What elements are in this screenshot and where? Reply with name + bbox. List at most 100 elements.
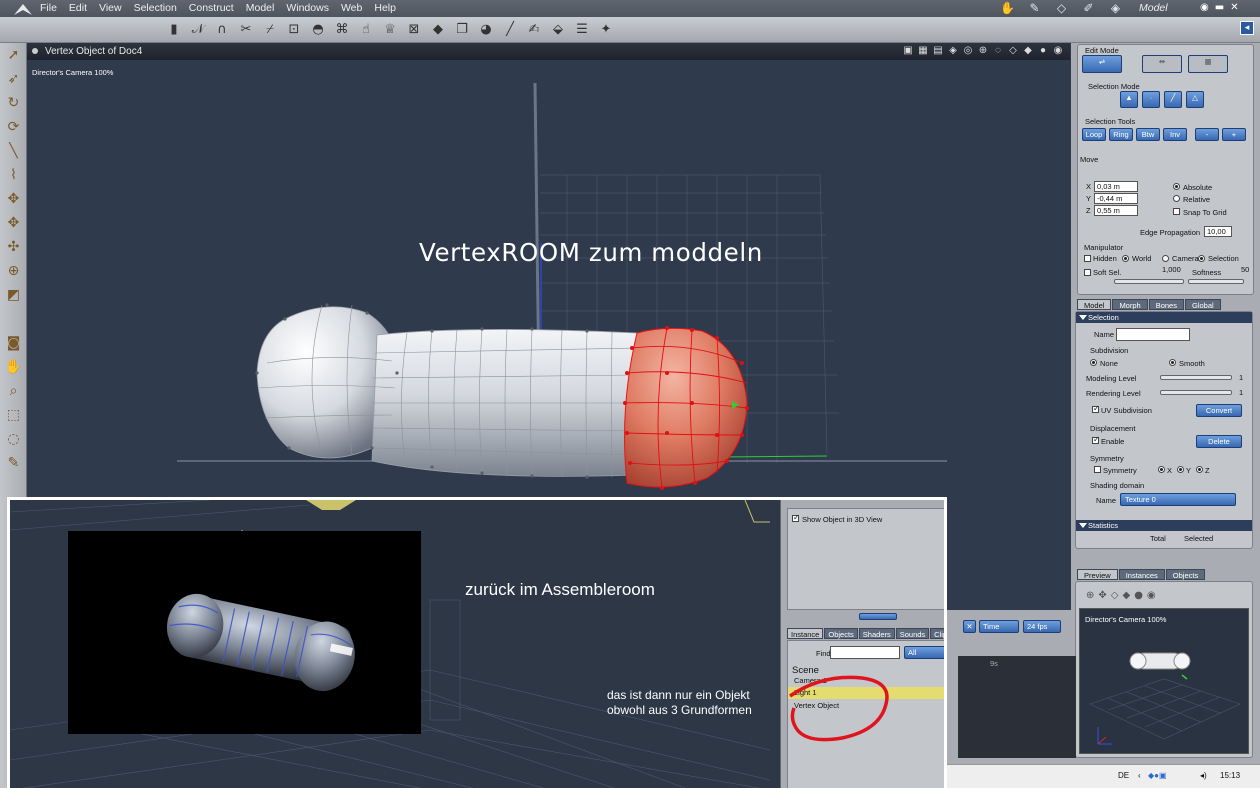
- tab-model[interactable]: Model: [1077, 299, 1112, 310]
- cube-icon[interactable]: ◆: [428, 21, 448, 39]
- grow-button[interactable]: +: [1222, 128, 1246, 141]
- menu-construct[interactable]: Construct: [189, 2, 234, 14]
- tab-shaders[interactable]: Shaders: [858, 628, 895, 639]
- shape-room-icon[interactable]: ◈: [1106, 1, 1125, 15]
- align-icon[interactable]: ☰: [572, 21, 592, 39]
- edit-mode-edge-button[interactable]: ⇹: [1142, 55, 1182, 73]
- curve-icon[interactable]: 𝒩: [188, 21, 208, 39]
- sym-x-radio[interactable]: [1158, 466, 1165, 473]
- knife-icon[interactable]: ╲: [0, 139, 27, 163]
- z-field[interactable]: 0,55 m: [1094, 205, 1138, 216]
- rotate-icon[interactable]: ↻: [0, 91, 27, 115]
- fps-select[interactable]: 24 fps: [1023, 620, 1061, 633]
- shading-icon[interactable]: ◈: [947, 45, 959, 57]
- splitter-handle[interactable]: [859, 613, 897, 620]
- absolute-radio[interactable]: [1173, 183, 1180, 190]
- lathe-icon[interactable]: ⌘: [332, 21, 352, 39]
- soft-sel-slider[interactable]: [1114, 279, 1184, 284]
- shrink-button[interactable]: -: [1195, 128, 1219, 141]
- pen-room-icon[interactable]: ✐: [1079, 1, 1098, 15]
- extrude-icon[interactable]: ▮: [164, 21, 184, 39]
- camera-radio[interactable]: [1162, 255, 1169, 262]
- pen-icon[interactable]: ✎: [0, 451, 27, 475]
- lang-indicator[interactable]: DE: [1118, 771, 1129, 780]
- viewport-close-icon[interactable]: [32, 48, 38, 54]
- between-button[interactable]: Btw: [1136, 128, 1160, 141]
- name-field[interactable]: [1116, 328, 1190, 341]
- layout-quad-icon[interactable]: ▤: [932, 45, 944, 57]
- close-icon[interactable]: ✕: [1230, 2, 1238, 13]
- flat-icon[interactable]: ◆: [1122, 590, 1130, 601]
- camera-orbit-icon[interactable]: ◌: [992, 45, 1004, 57]
- preview-view[interactable]: Director's Camera 100%: [1079, 608, 1249, 754]
- brush-icon[interactable]: ⌇: [0, 163, 27, 187]
- rendering-level-slider[interactable]: [1160, 390, 1232, 395]
- magnet-icon[interactable]: ∩: [212, 21, 232, 39]
- universal-icon[interactable]: ⊕: [0, 259, 27, 283]
- symmetry-checkbox[interactable]: [1094, 466, 1101, 473]
- world-radio[interactable]: [1122, 255, 1129, 262]
- time-select[interactable]: Time: [979, 620, 1019, 633]
- weld-icon[interactable]: ⌿: [260, 21, 280, 39]
- select-arrow-icon[interactable]: ➚: [0, 43, 27, 67]
- layout-grid-icon[interactable]: ▦: [917, 45, 929, 57]
- panel-toggle-icon[interactable]: ◂: [1240, 21, 1254, 35]
- snap-checkbox[interactable]: [1173, 208, 1180, 215]
- camera-icon[interactable]: ◙: [0, 331, 27, 355]
- wireframe-icon[interactable]: ◇: [1007, 45, 1019, 57]
- scale-icon[interactable]: ◩: [0, 283, 27, 307]
- trophy-icon[interactable]: ♕: [380, 21, 400, 39]
- select-face-icon[interactable]: ➶: [0, 67, 27, 91]
- tab-bones[interactable]: Bones: [1148, 299, 1184, 310]
- move-y-icon[interactable]: ✥: [0, 211, 27, 235]
- soft-sel-checkbox[interactable]: [1084, 269, 1091, 276]
- twist-icon[interactable]: ⟳: [0, 115, 27, 139]
- selection-radio[interactable]: [1198, 255, 1205, 262]
- menu-windows[interactable]: Windows: [286, 2, 329, 14]
- tab-sounds[interactable]: Sounds: [895, 628, 930, 639]
- magic-icon[interactable]: ✦: [596, 21, 616, 39]
- tab-inset-objects[interactable]: Objects: [824, 628, 858, 639]
- selection-header[interactable]: Selection: [1076, 312, 1252, 323]
- cut-icon[interactable]: ✂: [236, 21, 256, 39]
- move-x-icon[interactable]: ✥: [0, 187, 27, 211]
- texture-icon[interactable]: ◉: [1147, 590, 1156, 601]
- none-radio[interactable]: [1090, 359, 1097, 366]
- menu-help[interactable]: Help: [374, 2, 396, 14]
- loop-button[interactable]: Loop: [1082, 128, 1106, 141]
- softness-slider[interactable]: [1188, 279, 1244, 284]
- push-icon[interactable]: ☝: [356, 21, 376, 39]
- convert-button[interactable]: Convert: [1196, 404, 1242, 417]
- duck-icon[interactable]: ◕: [476, 21, 496, 39]
- hand-icon[interactable]: ✋: [0, 355, 27, 379]
- tab-morph[interactable]: Morph: [1112, 299, 1148, 310]
- zoom-icon[interactable]: ⌕: [0, 379, 27, 403]
- edit-mode-vertex-button[interactable]: ⇌: [1082, 55, 1122, 73]
- invert-button[interactable]: Inv: [1163, 128, 1187, 141]
- rect-select-icon[interactable]: ⬚: [0, 403, 27, 427]
- hand-room-icon[interactable]: ✋: [998, 1, 1017, 15]
- brush-room-icon[interactable]: ✎: [1025, 1, 1044, 15]
- bevel-icon[interactable]: ⊡: [284, 21, 304, 39]
- find-filter-select[interactable]: All: [904, 646, 944, 659]
- show-object-checkbox[interactable]: [792, 513, 800, 522]
- tab-instance[interactable]: Instance: [787, 628, 824, 639]
- solid-icon[interactable]: ◆: [1022, 45, 1034, 57]
- fold-icon[interactable]: ⬙: [548, 21, 568, 39]
- layout-single-icon[interactable]: ▣: [902, 45, 914, 57]
- sel-mode-vertex-button[interactable]: ·: [1142, 91, 1160, 108]
- mask-icon[interactable]: ◎: [962, 45, 974, 57]
- copy-icon[interactable]: ❐: [452, 21, 472, 39]
- smooth-icon[interactable]: ●: [1134, 590, 1143, 601]
- find-field[interactable]: [830, 646, 900, 659]
- tab-clip[interactable]: Clip: [930, 628, 944, 639]
- eye-icon[interactable]: ◉: [1200, 2, 1209, 13]
- sel-mode-point-button[interactable]: ▲: [1120, 91, 1138, 108]
- tab-instances[interactable]: Instances: [1118, 569, 1165, 580]
- delete-button[interactable]: Delete: [1196, 435, 1242, 448]
- tray-arrow-icon[interactable]: ‹: [1138, 771, 1141, 780]
- move-z-icon[interactable]: ✣: [0, 235, 27, 259]
- menu-edit[interactable]: Edit: [69, 2, 87, 14]
- menu-selection[interactable]: Selection: [134, 2, 177, 14]
- sym-z-radio[interactable]: [1196, 466, 1203, 473]
